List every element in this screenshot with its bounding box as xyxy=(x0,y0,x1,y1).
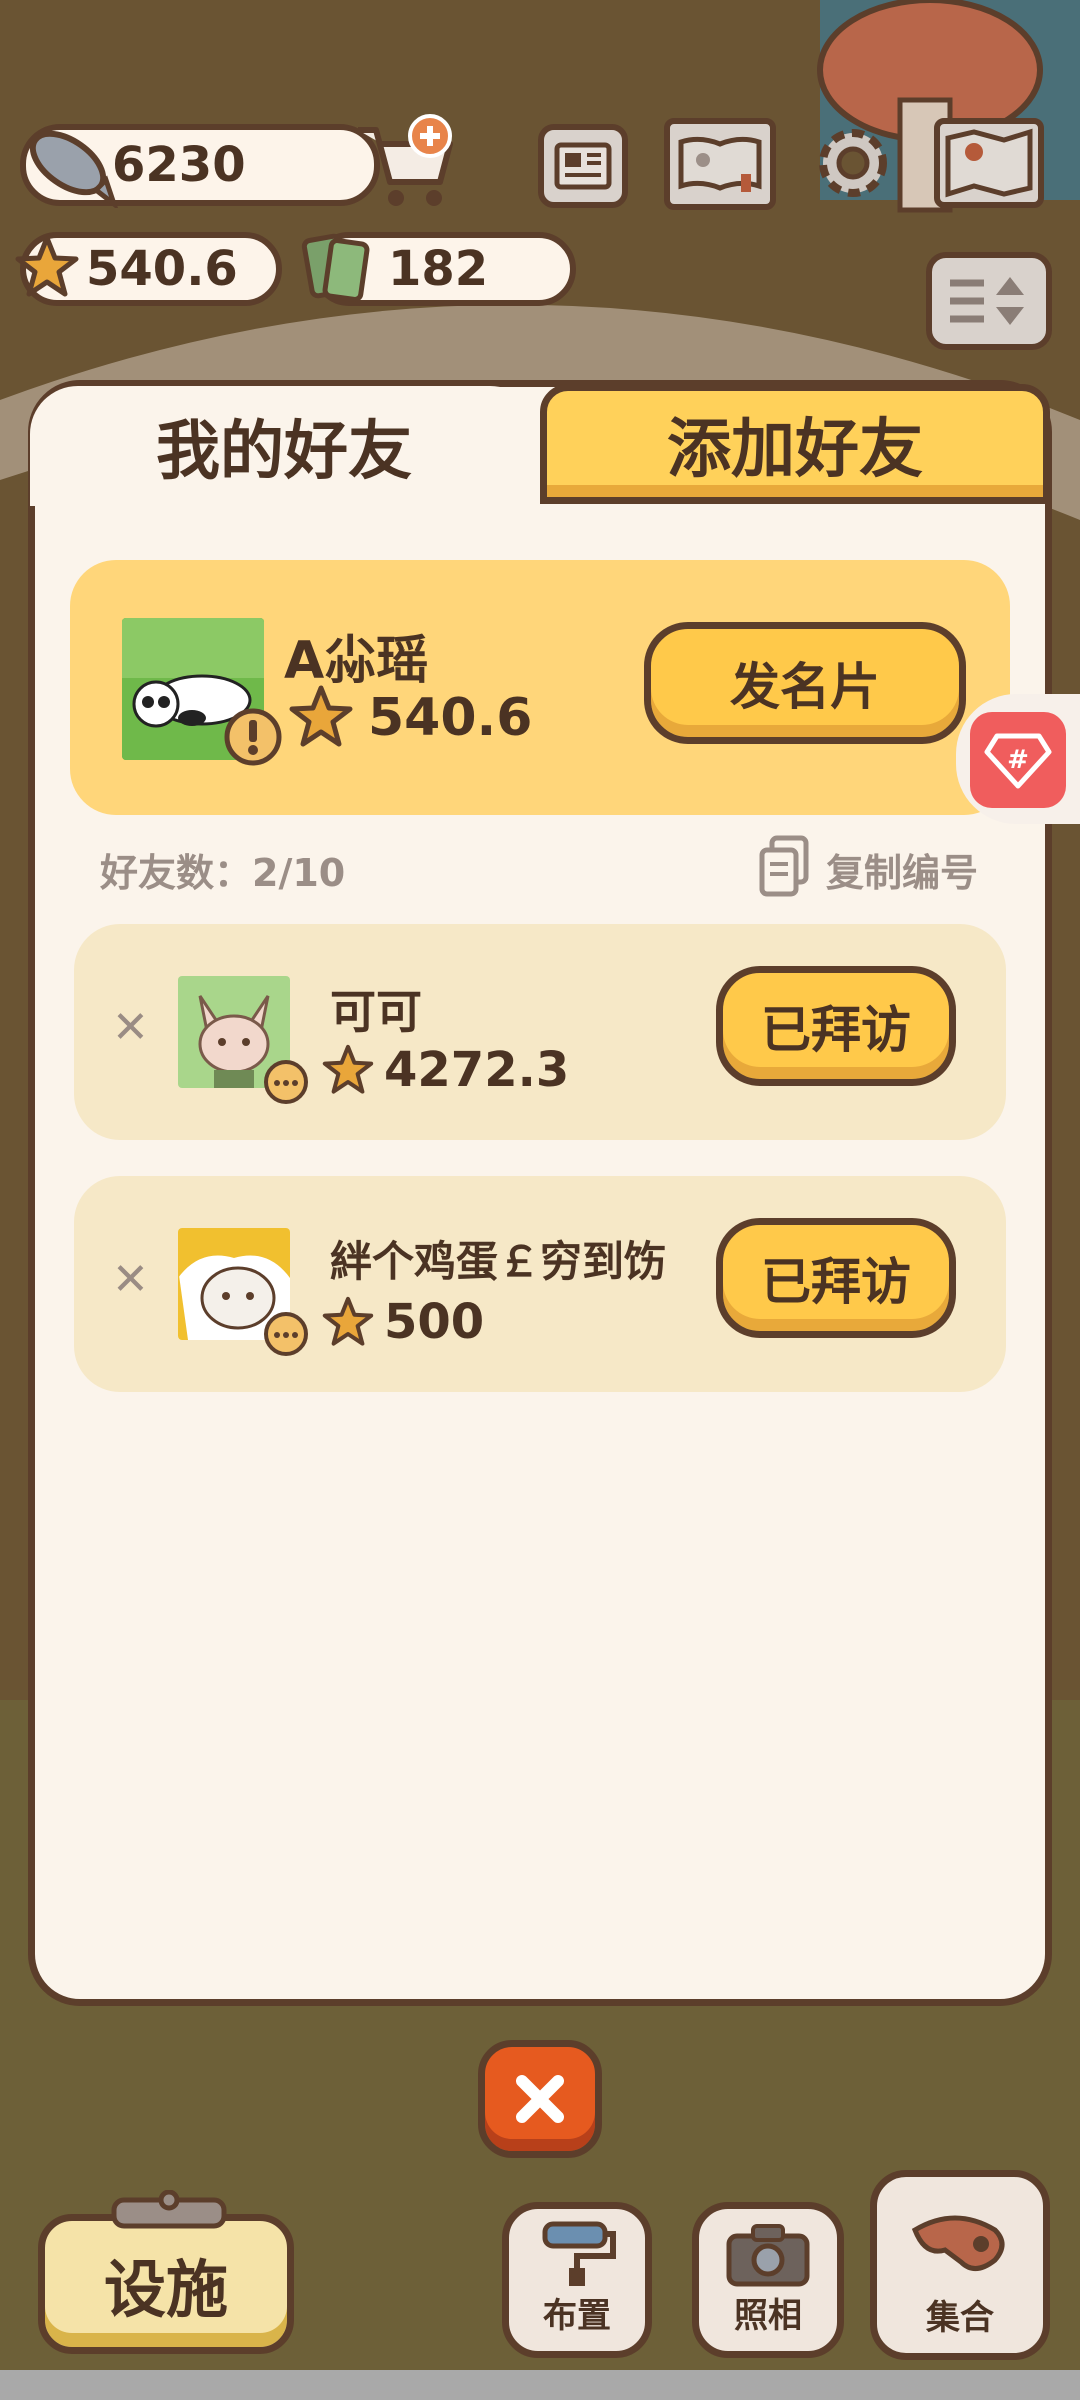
facilities-button[interactable]: 设施 xyxy=(38,2214,294,2354)
copy-id-button[interactable]: 复制编号 xyxy=(826,842,978,897)
more-options-icon[interactable] xyxy=(262,1310,310,1358)
friend-score-star-icon xyxy=(322,1296,374,1346)
close-icon xyxy=(516,2075,564,2123)
album-button[interactable] xyxy=(664,118,776,210)
friend-score-star-icon xyxy=(322,1044,374,1094)
arrange-button[interactable]: 布置 xyxy=(502,2202,652,2358)
star-icon xyxy=(15,235,79,297)
gather-button[interactable]: 集合 xyxy=(870,2170,1050,2360)
news-button[interactable] xyxy=(538,124,628,208)
friend-name: 絆个鸡蛋￡穷到饬 xyxy=(330,1237,667,1286)
friend-name: 可可 xyxy=(330,985,422,1039)
visited-label: 已拜访 xyxy=(761,1253,911,1311)
gather-label: 集合 xyxy=(926,2298,994,2338)
gear-icon[interactable] xyxy=(808,118,898,208)
tab-add-friends[interactable]: 添加好友 xyxy=(540,384,1050,504)
whistle-icon xyxy=(911,2215,1005,2271)
newspaper-icon xyxy=(554,142,612,190)
friend-score: 4272.3 xyxy=(384,1042,570,1098)
tab-my-friends[interactable]: 我的好友 xyxy=(30,386,538,506)
copy-icon[interactable] xyxy=(756,834,812,898)
arrange-label: 布置 xyxy=(543,2296,611,2336)
tab-add-friends-label: 添加好友 xyxy=(667,413,923,487)
sort-icon xyxy=(950,277,1024,325)
my-score: 540.6 xyxy=(368,688,533,748)
send-card-button[interactable]: 发名片 xyxy=(644,622,966,744)
facilities-label: 设施 xyxy=(103,2253,228,2326)
gem-badge-text: # xyxy=(1007,745,1029,775)
clipboard-clip-icon xyxy=(111,2190,227,2229)
tab-my-friends-label: 我的好友 xyxy=(156,415,412,489)
fish-count: 6230 xyxy=(112,137,246,193)
gem-badge-button[interactable]: # xyxy=(970,712,1066,808)
gem-icon: # xyxy=(984,733,1052,789)
alert-badge-icon xyxy=(224,708,282,766)
book-icon xyxy=(678,136,762,192)
remove-friend-icon[interactable]: ✕ xyxy=(112,1002,149,1053)
visited-button[interactable]: 已拜访 xyxy=(716,966,956,1086)
my-score-star-icon xyxy=(289,685,353,747)
visited-label: 已拜访 xyxy=(761,1001,911,1059)
cart-add-icon[interactable] xyxy=(350,112,460,212)
close-button[interactable] xyxy=(478,2040,602,2158)
star-count: 540.6 xyxy=(86,241,238,297)
camera-icon xyxy=(726,2224,810,2287)
paint-roller-icon xyxy=(542,2221,616,2286)
friend-count: 好友数：2/10 xyxy=(100,851,346,895)
fish-icon xyxy=(29,130,118,208)
send-card-label: 发名片 xyxy=(730,658,880,716)
map-button[interactable] xyxy=(934,118,1044,208)
photo-button[interactable]: 照相 xyxy=(692,2202,844,2358)
visited-button[interactable]: 已拜访 xyxy=(716,1218,956,1338)
remove-friend-icon[interactable]: ✕ xyxy=(112,1254,149,1305)
map-icon xyxy=(945,128,1033,198)
friend-score: 500 xyxy=(384,1294,485,1350)
photo-label: 照相 xyxy=(734,2296,802,2336)
ticket-count: 182 xyxy=(388,241,489,297)
ticket-icon xyxy=(301,233,370,302)
sort-button[interactable] xyxy=(926,252,1052,350)
more-options-icon[interactable] xyxy=(262,1058,310,1106)
